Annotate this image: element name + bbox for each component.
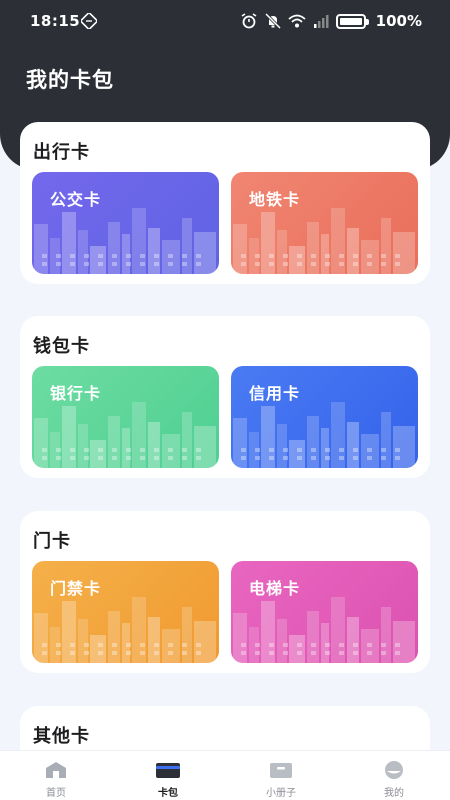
nav-label: 小册子 [266,788,296,799]
city-skyline-illustration [34,402,216,468]
city-skyline-illustration [233,402,415,468]
card-bank[interactable]: 银行卡 [32,366,219,468]
nav-label: 卡包 [158,788,178,799]
card-credit[interactable]: 信用卡 [231,366,418,468]
card-label: 电梯卡 [249,579,301,598]
status-bar: 18:15 100% [0,0,450,44]
card-label: 地铁卡 [249,190,301,209]
wallet-icon [156,763,180,778]
booklet-icon [270,763,292,778]
card-label: 银行卡 [50,384,102,403]
nfc-icon [81,13,97,29]
bottom-nav: 首页 卡包 小册子 我的 [0,750,450,800]
mute-bell-icon [264,13,281,29]
status-time: 18:15 [30,12,81,30]
battery-icon [335,13,369,29]
battery-percent: 100% [375,12,422,30]
card-label: 门禁卡 [50,579,102,598]
nav-item-profile[interactable]: 我的 [338,751,450,800]
page-title: 我的卡包 [26,68,114,92]
nav-item-home[interactable]: 首页 [0,751,112,800]
card-elevator[interactable]: 电梯卡 [231,561,418,663]
alarm-icon [241,13,257,29]
signal-icon [313,15,329,28]
section-title: 钱包卡 [33,336,90,357]
card-label: 公交卡 [50,190,102,209]
section-title: 出行卡 [33,142,90,163]
section-title: 其他卡 [33,726,90,747]
city-skyline-illustration [34,597,216,663]
nav-item-wallet[interactable]: 卡包 [112,751,224,800]
wifi-icon [288,14,306,28]
card-subway[interactable]: 地铁卡 [231,172,418,274]
card-bus[interactable]: 公交卡 [32,172,219,274]
home-icon [46,762,66,778]
nav-label: 我的 [384,788,404,799]
city-skyline-illustration [34,208,216,274]
status-right: 100% [240,12,422,30]
section-door-cards: 门卡 门禁卡 电梯卡 [20,511,430,673]
nav-item-booklet[interactable]: 小册子 [225,751,337,800]
section-wallet-cards: 钱包卡 银行卡 信用卡 [20,316,430,478]
section-title: 门卡 [33,531,71,552]
city-skyline-illustration [233,208,415,274]
profile-icon [385,761,403,779]
card-label: 信用卡 [249,384,301,403]
section-travel-cards: 出行卡 公交卡 地铁卡 [20,122,430,284]
city-skyline-illustration [233,597,415,663]
card-access[interactable]: 门禁卡 [32,561,219,663]
nav-label: 首页 [46,788,66,799]
